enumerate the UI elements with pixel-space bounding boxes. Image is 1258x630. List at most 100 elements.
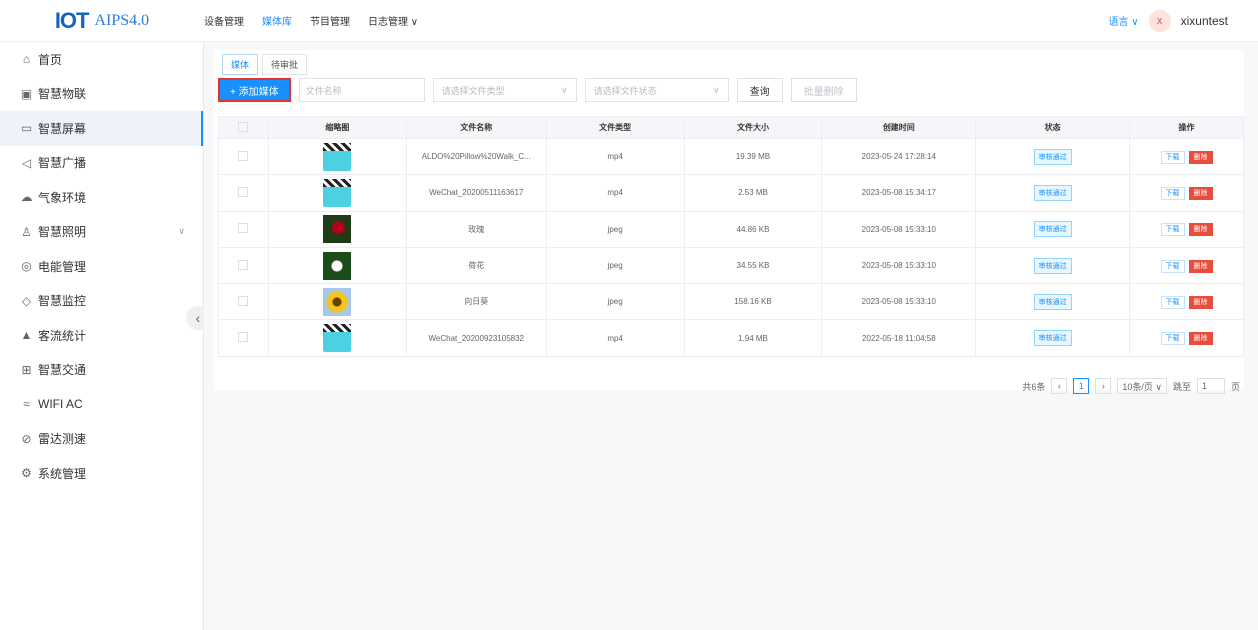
delete-button[interactable]: 删除	[1188, 295, 1213, 309]
sidebar-item[interactable]: ▣ 智慧物联	[0, 77, 203, 112]
row-checkbox[interactable]	[238, 223, 249, 234]
sidebar-item[interactable]: ♙ 智慧照明 ∨	[0, 215, 203, 250]
status-badge: 审核通过	[1033, 257, 1072, 274]
stats-icon: ▲	[20, 328, 33, 343]
avatar[interactable]: x	[1148, 9, 1171, 32]
thumbnail-cell	[267, 137, 407, 176]
sidebar-item[interactable]: ◇ 智慧监控	[0, 284, 203, 319]
chevron-down-icon: ∨	[561, 84, 568, 95]
thumbnail-cell	[267, 246, 407, 285]
language-selector[interactable]: 语言 ∨	[1109, 13, 1139, 28]
query-button[interactable]: 查询	[736, 78, 783, 102]
delete-button[interactable]: 删除	[1188, 150, 1213, 164]
file-size-cell: 19.39 MB	[683, 137, 823, 176]
download-button[interactable]: 下载	[1160, 332, 1185, 346]
page-1-button[interactable]: 1	[1073, 378, 1090, 394]
sidebar-item[interactable]: ⊞ 智慧交通	[0, 353, 203, 388]
file-type-cell: jpeg	[545, 210, 685, 248]
goto-label: 跳至	[1172, 381, 1191, 392]
sidebar-item[interactable]: ⊘ 雷达测速	[0, 422, 203, 457]
download-button[interactable]: 下载	[1160, 259, 1185, 273]
sidebar-item[interactable]: ◁ 智慧广播	[0, 146, 203, 181]
top-nav: 设备管理 媒体库 节目管理 日志管理 ∨	[204, 13, 418, 28]
tabs: 媒体 待审批	[222, 54, 308, 75]
status-cell: 审核通过	[975, 246, 1131, 285]
broadcast-icon: ◁	[21, 155, 32, 170]
download-button[interactable]: 下载	[1160, 150, 1185, 164]
sidebar-item[interactable]: ▭ 智慧屏幕	[0, 111, 203, 146]
row-checkbox[interactable]	[238, 186, 249, 197]
traffic-icon: ⊞	[21, 362, 32, 377]
file-name-cell: 荷花	[405, 246, 547, 285]
sidebar: ⌂ 首页 ▣ 智慧物联 ▭ 智慧屏幕 ◁ 智慧广播 ☁ 气象环境 ♙ 智慧照明 ∨ ◎ 电能管理 ◇ 智慧监控 ▲…	[0, 42, 204, 630]
actions-cell: 下载 删除	[1129, 137, 1244, 176]
sidebar-item-label: 首页	[38, 52, 63, 67]
delete-button[interactable]: 删除	[1188, 259, 1213, 273]
camera-icon: ◇	[21, 293, 32, 308]
file-name-cell: WeChat_20200511163617	[405, 174, 547, 212]
file-status-select[interactable]: 请选择文件状态 ∨	[584, 78, 729, 102]
select-all-checkbox[interactable]	[238, 121, 249, 132]
sidebar-item[interactable]: ☁ 气象环境	[0, 180, 203, 215]
thumbnail-cell	[267, 283, 407, 321]
delete-button[interactable]: 删除	[1188, 186, 1213, 200]
file-size-cell: 2.53 MB	[683, 174, 823, 212]
file-name-cell: ALDO%20Pillow%20Walk_C...	[405, 137, 547, 176]
download-button[interactable]: 下载	[1160, 295, 1185, 309]
tab[interactable]: 媒体	[222, 54, 259, 75]
sidebar-item[interactable]: ◎ 电能管理	[0, 249, 203, 284]
batch-delete-button[interactable]: 批量删除	[790, 78, 857, 102]
pagination: 共6条 ‹ 1 › 10条/页 ∨ 跳至 1 页	[1022, 378, 1240, 394]
row-checkbox[interactable]	[238, 295, 249, 306]
top-nav-item[interactable]: 日志管理 ∨	[368, 13, 418, 28]
tab[interactable]: 待审批	[262, 54, 308, 75]
page-size-select[interactable]: 10条/页 ∨	[1117, 378, 1167, 394]
file-name-cell: WeChat_20200923105832	[405, 319, 547, 357]
thumbnail-image	[323, 142, 352, 171]
file-type-cell: jpeg	[545, 283, 685, 321]
row-checkbox-cell	[218, 246, 269, 285]
top-nav-item[interactable]: 节目管理	[310, 13, 350, 28]
sidebar-item[interactable]: ▲ 客流统计	[0, 318, 203, 353]
toolbar: + 添加媒体 文件名称 请选择文件类型 ∨ 请选择文件状态 ∨ 查询 批量删除	[218, 78, 857, 102]
top-nav-item[interactable]: 设备管理	[204, 13, 244, 28]
file-size-cell: 1.94 MB	[683, 319, 823, 357]
add-media-button[interactable]: + 添加媒体	[218, 78, 291, 102]
settings-icon: ⚙	[21, 466, 32, 481]
sidebar-item[interactable]: ≈ WIFI AC	[0, 387, 203, 422]
next-page-button[interactable]: ›	[1095, 378, 1112, 394]
energy-icon: ◎	[21, 259, 32, 274]
top-bar: IOT AIPS4.0 设备管理 媒体库 节目管理 日志管理 ∨ 语言 ∨ x xix…	[0, 0, 1258, 42]
column-header: 状态	[975, 116, 1131, 139]
row-checkbox[interactable]	[238, 259, 249, 270]
sidebar-item[interactable]: ⚙ 系统管理	[0, 456, 203, 491]
thumbnail-cell	[267, 174, 407, 212]
delete-button[interactable]: 删除	[1188, 223, 1213, 237]
file-type-select[interactable]: 请选择文件类型 ∨	[432, 78, 577, 102]
sidebar-item[interactable]: ⌂ 首页	[0, 42, 203, 77]
delete-button[interactable]: 删除	[1188, 332, 1213, 346]
sidebar-item-label: WIFI AC	[38, 397, 83, 412]
chevron-down-icon: ∨	[713, 84, 720, 95]
thumbnail-image	[323, 251, 352, 280]
goto-page-input[interactable]: 1	[1196, 378, 1225, 394]
prev-page-button[interactable]: ‹	[1051, 378, 1068, 394]
column-header: 缩略图	[267, 116, 407, 139]
row-checkbox[interactable]	[238, 332, 249, 343]
sidebar-item-label: 智慧交通	[38, 363, 87, 378]
top-nav-item[interactable]: 媒体库	[262, 13, 292, 28]
table-row: WeChat_20200511163617 mp4 2.53 MB 2023-05-0…	[218, 174, 1244, 212]
screen-icon: ▭	[20, 121, 33, 136]
thumbnail-image	[323, 287, 352, 316]
actions-cell: 下载 删除	[1129, 174, 1244, 212]
username[interactable]: xixuntest	[1181, 14, 1228, 28]
file-name-input[interactable]: 文件名称	[298, 78, 425, 102]
table-row: 玫瑰 jpeg 44.86 KB 2023-05-08 15:33:10 审核通过 下载删…	[218, 210, 1244, 248]
sidebar-item-label: 雷达测速	[38, 432, 87, 447]
download-button[interactable]: 下载	[1160, 223, 1185, 237]
row-checkbox[interactable]	[238, 150, 249, 161]
row-checkbox-cell	[218, 210, 269, 248]
download-button[interactable]: 下载	[1160, 186, 1185, 200]
status-badge: 审核通过	[1033, 293, 1072, 310]
created-time-cell: 2023-05-08 15:33:10	[821, 283, 977, 321]
